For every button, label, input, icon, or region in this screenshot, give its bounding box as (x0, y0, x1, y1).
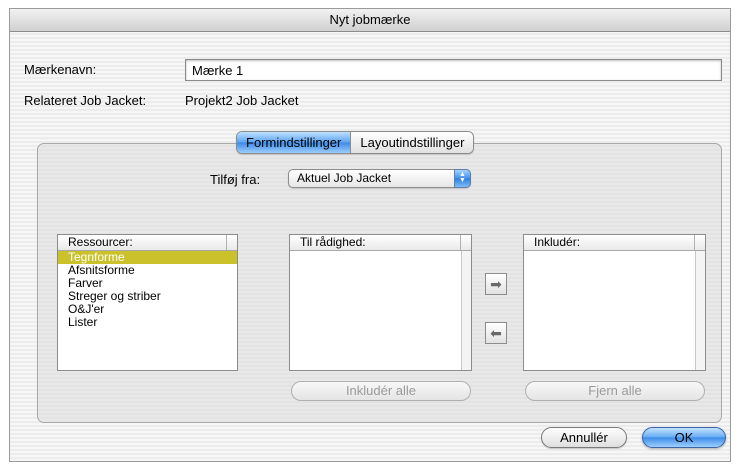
move-left-button[interactable]: ⬅ (485, 322, 507, 344)
add-from-label: Tilføj fra: (210, 172, 261, 187)
available-scrollbar[interactable] (461, 251, 471, 370)
remove-all-button[interactable]: Fjern alle (525, 381, 705, 401)
available-list[interactable]: Til rådighed: (289, 234, 472, 371)
tab-formindstillinger[interactable]: Formindstillinger (237, 132, 351, 153)
include-all-button[interactable]: Inkludér alle (291, 381, 471, 401)
arrow-left-icon: ⬅ (490, 325, 502, 341)
include-header: Inkludér: (524, 235, 705, 251)
arrow-right-icon: ➡ (490, 276, 502, 292)
tab-bar: Formindstillinger Layoutindstillinger (236, 131, 475, 154)
cancel-button[interactable]: Annullér (541, 427, 627, 448)
name-label: Mærkenavn: (24, 62, 97, 77)
up-down-arrows-icon: ▲ ▼ (454, 169, 471, 188)
ok-button[interactable]: OK (642, 427, 726, 448)
include-list[interactable]: Inkludér: (523, 234, 706, 371)
available-header-label: Til rådighed: (300, 235, 366, 249)
dialog-window: Nyt jobmærke Mærkenavn: Relateret Job Ja… (9, 8, 731, 462)
add-from-value: Aktuel Job Jacket (297, 171, 392, 185)
resources-header-label: Ressourcer: (68, 235, 133, 249)
include-header-label: Inkludér: (534, 235, 581, 249)
related-label: Relateret Job Jacket: (24, 93, 147, 108)
add-from-select[interactable]: Aktuel Job Jacket ▲ ▼ (288, 169, 471, 188)
column-divider (460, 235, 461, 250)
resources-list[interactable]: Ressourcer: Tegnforme Afsnitsforme Farve… (57, 234, 238, 371)
column-divider (694, 235, 695, 250)
resources-header: Ressourcer: (58, 235, 237, 251)
tab-layoutindstillinger[interactable]: Layoutindstillinger (350, 132, 474, 153)
include-scrollbar[interactable] (695, 251, 705, 370)
related-value: Projekt2 Job Jacket (185, 93, 299, 108)
name-input[interactable] (185, 59, 722, 81)
list-item[interactable]: Lister (58, 316, 237, 329)
available-header: Til rådighed: (290, 235, 471, 251)
window-title: Nyt jobmærke (10, 9, 730, 32)
column-divider (226, 235, 227, 250)
move-right-button[interactable]: ➡ (485, 273, 507, 295)
